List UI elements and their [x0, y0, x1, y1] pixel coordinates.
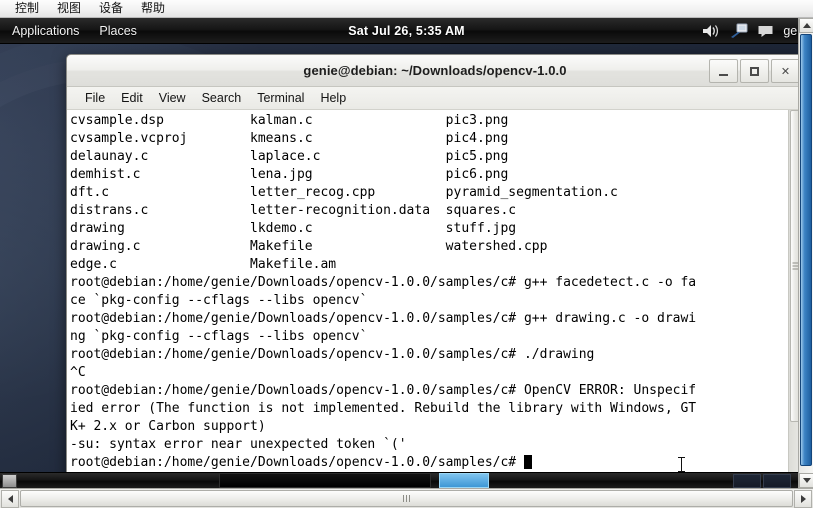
- terminal-line: -su: syntax error near unexpected token …: [70, 437, 407, 452]
- show-desktop-button[interactable]: [2, 473, 17, 488]
- taskbar-item-active[interactable]: [439, 473, 489, 488]
- maximize-button[interactable]: [740, 59, 769, 83]
- chevron-up-icon: [802, 23, 811, 28]
- gnome-top-panel: Applications Places Sat Jul 26, 5:35 AM: [0, 18, 813, 44]
- menu-search[interactable]: Search: [194, 90, 250, 106]
- menu-help[interactable]: Help: [312, 90, 354, 106]
- terminal-cursor: [523, 455, 532, 469]
- vbox-hscroll-thumb[interactable]: [20, 490, 793, 507]
- terminal-prompt-line: root@debian:/home/genie/Downloads/opencv…: [70, 454, 788, 472]
- terminal-line: drawing lkdemo.c stuff.jpg: [70, 221, 517, 236]
- terminal-title: genie@debian: ~/Downloads/opencv-1.0.0: [303, 63, 567, 78]
- minimize-button[interactable]: [709, 59, 738, 83]
- vbox-horizontal-scrollbar[interactable]: [0, 488, 813, 508]
- menu-edit[interactable]: Edit: [113, 90, 151, 106]
- scroll-right-button[interactable]: [794, 489, 812, 508]
- terminal-screen[interactable]: cvsample.dsp kalman.c pic3.png cvsample.…: [67, 110, 788, 485]
- terminal-line: ng `pkg-config --cflags --libs opencv`: [70, 329, 368, 344]
- scroll-up-button[interactable]: [799, 18, 813, 33]
- chevron-left-icon: [7, 494, 13, 503]
- terminal-line: ^C: [70, 365, 86, 380]
- terminal-line: drawing.c Makefile watershed.cpp: [70, 239, 548, 254]
- terminal-line: ied error (The function is not implement…: [70, 401, 697, 416]
- gnome-bottom-panel: [0, 472, 813, 488]
- guest-screen: Applications Places Sat Jul 26, 5:35 AM: [0, 18, 813, 488]
- terminal-line: distrans.c letter-recognition.data squar…: [70, 203, 517, 218]
- terminal-line: cvsample.dsp kalman.c pic3.png: [70, 113, 509, 128]
- panel-tray: geni: [702, 18, 811, 44]
- vbox-menu-help[interactable]: 帮助: [132, 0, 174, 17]
- terminal-line: root@debian:/home/genie/Downloads/opencv…: [70, 347, 595, 362]
- terminal-line: ce `pkg-config --cflags --libs opencv`: [70, 293, 368, 308]
- chat-icon[interactable]: [757, 25, 774, 38]
- applications-menu[interactable]: Applications: [4, 20, 87, 42]
- chevron-down-icon: [802, 478, 811, 483]
- terminal-line: K+ 2.x or Carbon support): [70, 419, 266, 434]
- scrollbar-grip-icon: [403, 495, 410, 502]
- vbox-hscroll-track[interactable]: [20, 490, 793, 507]
- terminal-menubar: File Edit View Search Terminal Help: [67, 87, 803, 110]
- terminal-prompt: root@debian:/home/genie/Downloads/opencv…: [70, 455, 524, 470]
- chevron-right-icon: [800, 494, 806, 503]
- close-button[interactable]: ✕: [771, 59, 800, 83]
- volume-icon[interactable]: [702, 23, 721, 39]
- workspace-1[interactable]: [733, 473, 761, 488]
- display-settings-icon[interactable]: [730, 23, 748, 39]
- taskbar-item[interactable]: [219, 473, 431, 488]
- vbox-menu-view[interactable]: 视图: [48, 0, 90, 17]
- terminal-line: edge.c Makefile.am: [70, 257, 337, 272]
- terminal-line: dft.c letter_recog.cpp pyramid_segmentat…: [70, 185, 618, 200]
- terminal-line: demhist.c lena.jpg pic6.png: [70, 167, 509, 182]
- workspace-2[interactable]: [763, 473, 791, 488]
- terminal-titlebar[interactable]: genie@debian: ~/Downloads/opencv-1.0.0 ✕: [67, 55, 803, 87]
- menu-view[interactable]: View: [151, 90, 194, 106]
- menu-terminal[interactable]: Terminal: [249, 90, 312, 106]
- terminal-line: root@debian:/home/genie/Downloads/opencv…: [70, 383, 697, 398]
- terminal-line: root@debian:/home/genie/Downloads/opencv…: [70, 275, 697, 290]
- vbox-vertical-scrollbar[interactable]: [798, 18, 813, 488]
- scroll-left-button[interactable]: [1, 489, 19, 508]
- scroll-down-button[interactable]: [799, 473, 813, 488]
- terminal-line: delaunay.c laplace.c pic5.png: [70, 149, 509, 164]
- places-menu[interactable]: Places: [91, 20, 145, 42]
- vbox-vscroll-thumb[interactable]: [800, 34, 812, 466]
- terminal-window[interactable]: genie@debian: ~/Downloads/opencv-1.0.0 ✕…: [66, 54, 804, 486]
- window-controls: ✕: [709, 59, 800, 83]
- vbox-menu-devices[interactable]: 设备: [90, 0, 132, 17]
- vbox-menu-control[interactable]: 控制: [6, 0, 48, 17]
- vbox-menubar: 控制 视图 设备 帮助: [0, 0, 813, 18]
- terminal-line: cvsample.vcproj kmeans.c pic4.png: [70, 131, 509, 146]
- terminal-body: cvsample.dsp kalman.c pic3.png cvsample.…: [67, 110, 803, 485]
- menu-file[interactable]: File: [77, 90, 113, 106]
- terminal-line: root@debian:/home/genie/Downloads/opencv…: [70, 311, 697, 326]
